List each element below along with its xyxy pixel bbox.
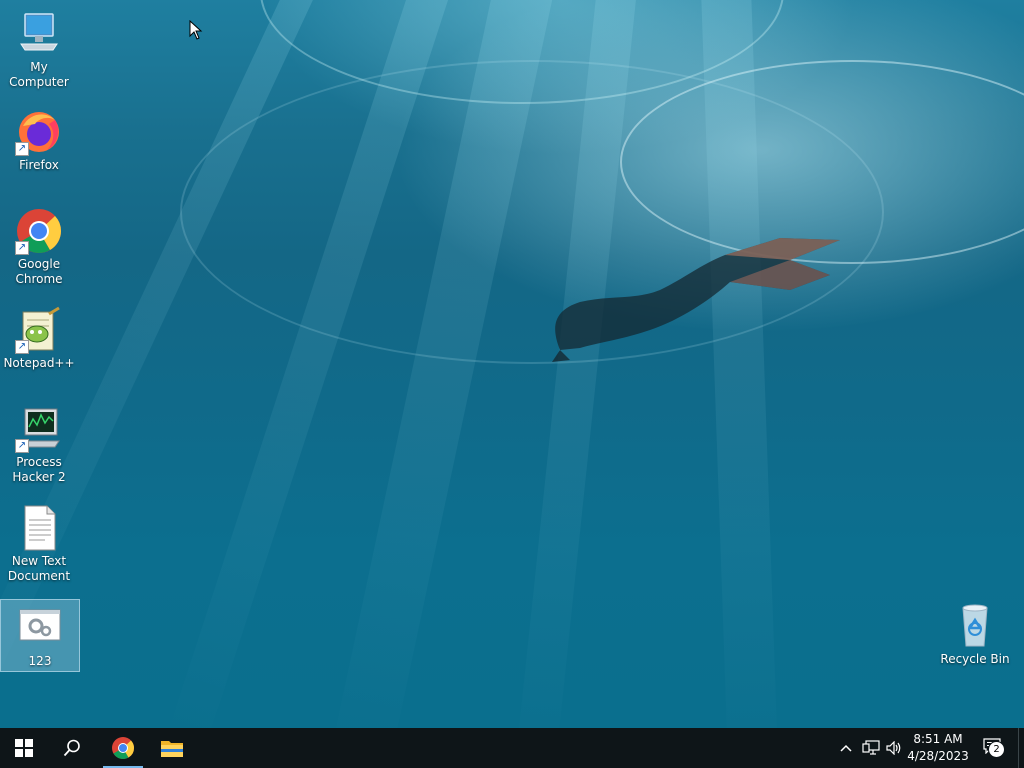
- text-document-icon: [15, 504, 63, 552]
- clock-time: 8:51 AM: [913, 732, 963, 746]
- shortcut-arrow-icon: ↗: [15, 142, 29, 156]
- notifications-button[interactable]: 2: [978, 728, 1010, 768]
- desktop-icon-my-computer[interactable]: My Computer: [0, 10, 78, 89]
- desktop-icon-notepadpp[interactable]: ↗ Notepad++: [0, 306, 78, 372]
- taskbar: 8:51 AM 4/28/2023 2: [0, 728, 1024, 768]
- taskbar-file-explorer-button[interactable]: [148, 728, 196, 768]
- swimmer-silhouette: [552, 238, 840, 362]
- show-hidden-icons-button[interactable]: [836, 728, 856, 768]
- notepadpp-icon: ↗: [15, 306, 63, 354]
- desktop-icon-new-text-document[interactable]: New Text Document: [0, 504, 78, 584]
- network-icon: [862, 740, 880, 755]
- shortcut-arrow-icon: ↗: [15, 439, 29, 453]
- desktop-icon-label: Google Chrome: [15, 257, 63, 286]
- shortcut-arrow-icon: ↗: [15, 340, 29, 354]
- clock-date: 4/28/2023: [907, 749, 969, 763]
- search-button[interactable]: [48, 728, 96, 768]
- desktop-icon-123[interactable]: 123: [0, 599, 80, 672]
- desktop-icon-firefox[interactable]: ↗ Firefox: [0, 108, 78, 174]
- chrome-icon: ↗: [15, 207, 63, 255]
- desktop-icon-label: New Text Document: [7, 554, 71, 583]
- desktop-icon-label: My Computer: [9, 60, 69, 89]
- speaker-icon: [886, 741, 901, 755]
- shortcut-arrow-icon: ↗: [15, 241, 29, 255]
- desktop-icon-label: Firefox: [19, 158, 59, 172]
- process-hacker-icon: ↗: [15, 405, 63, 453]
- desktop-icon-recycle-bin[interactable]: Recycle Bin: [936, 602, 1014, 668]
- start-button[interactable]: [0, 728, 48, 768]
- taskbar-chrome-button[interactable]: [99, 728, 147, 768]
- desktop-icon-process-hacker-2[interactable]: ↗ Process Hacker 2: [0, 405, 78, 485]
- desktop-icon-label: Notepad++: [3, 356, 75, 370]
- search-icon: [63, 739, 80, 757]
- desktop-icon-label: Process Hacker 2: [12, 455, 66, 484]
- mouse-cursor-icon: [189, 20, 203, 40]
- show-desktop-button[interactable]: [1018, 728, 1024, 768]
- desktop-wallpaper: My Computer ↗ Firefox ↗ Google Chrome ↗ …: [0, 0, 1024, 728]
- desktop-icon-label: Recycle Bin: [940, 652, 1010, 666]
- desktop-icon-google-chrome[interactable]: ↗ Google Chrome: [0, 207, 78, 287]
- clock-button[interactable]: 8:51 AM 4/28/2023: [902, 731, 974, 765]
- network-button[interactable]: [860, 728, 882, 768]
- chevron-up-icon: [840, 744, 852, 752]
- start-icon: [15, 739, 33, 757]
- notification-count-badge: 2: [988, 741, 1005, 758]
- firefox-icon: ↗: [15, 108, 63, 156]
- folder-icon: [161, 741, 183, 757]
- volume-button[interactable]: [884, 728, 904, 768]
- recycle-bin-icon: [951, 602, 999, 650]
- computer-icon: [15, 10, 63, 58]
- application-icon: [16, 604, 64, 652]
- chrome-icon: [112, 737, 134, 759]
- desktop-icon-label: 123: [28, 654, 52, 668]
